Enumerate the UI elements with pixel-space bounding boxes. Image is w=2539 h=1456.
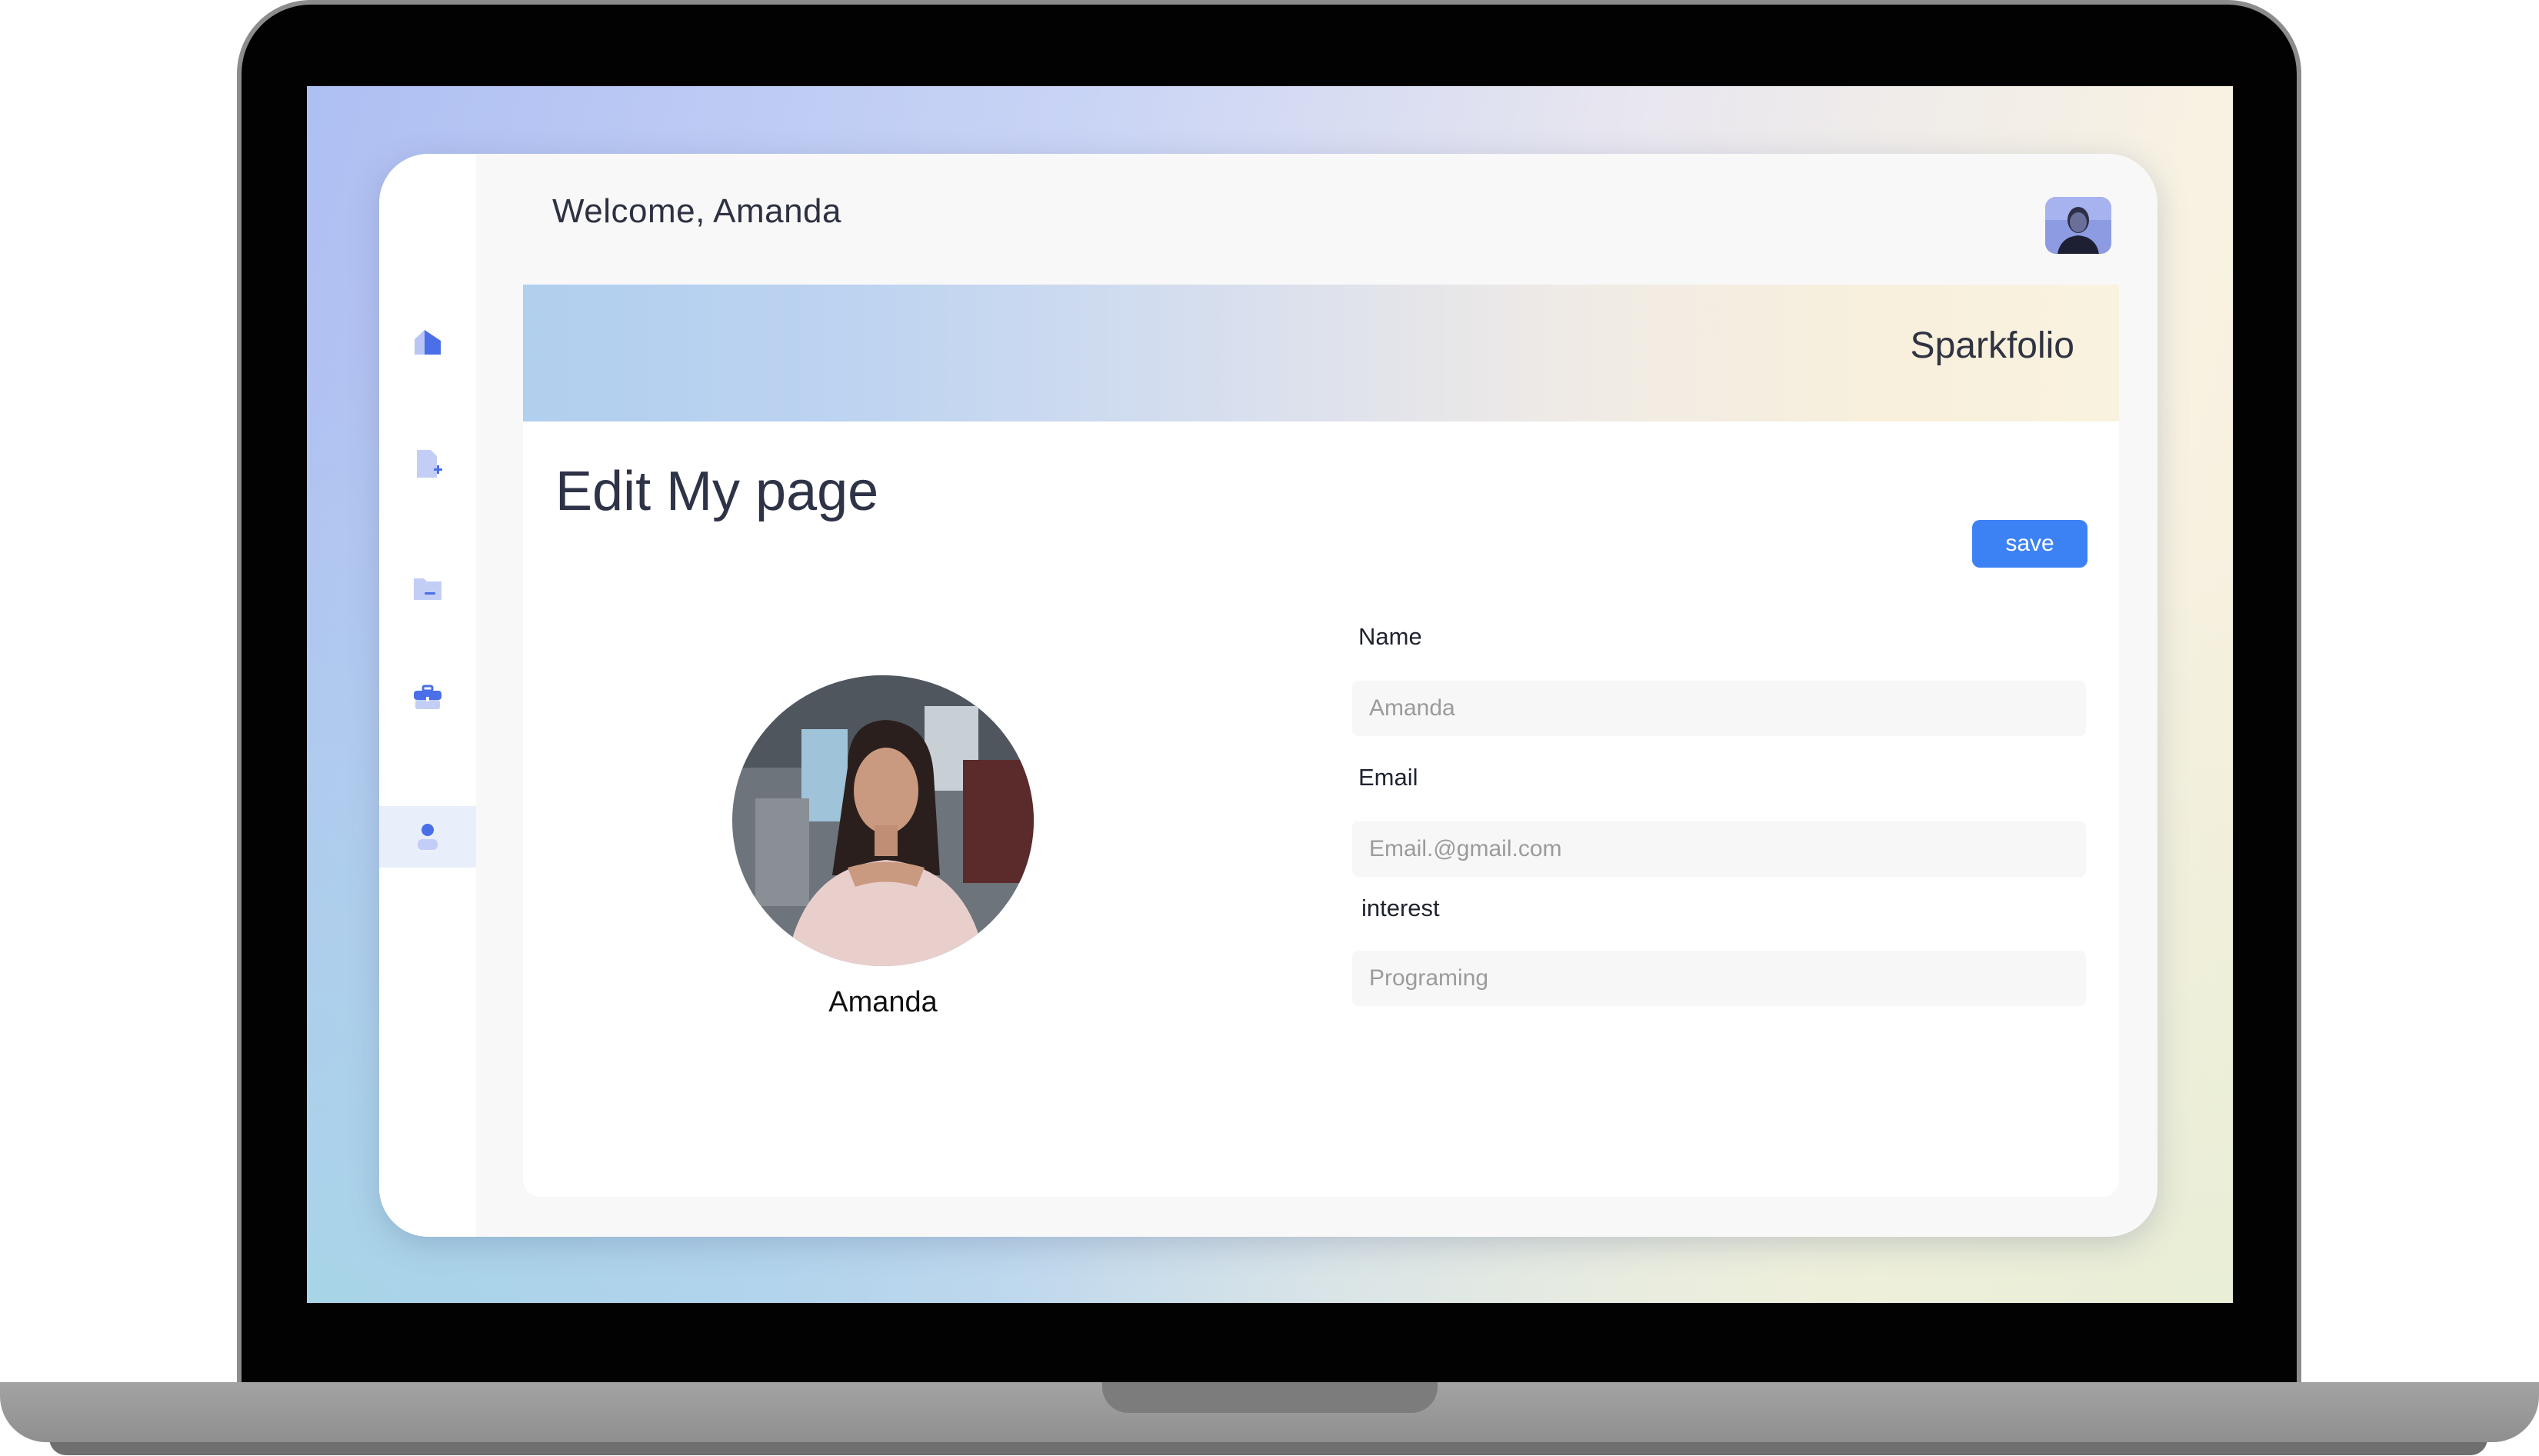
header-banner: Sparkfolio (523, 285, 2119, 421)
page-title: Edit My page (555, 461, 879, 522)
interest-label: interest (1361, 895, 1440, 921)
profile-photo-image (732, 675, 1034, 966)
sidebar-item-new-document[interactable] (379, 433, 476, 495)
laptop-notch (1102, 1382, 1438, 1413)
folder-icon (414, 578, 441, 600)
save-button[interactable]: save (1972, 520, 2088, 568)
app-window: Welcome, Amanda Sparkfolio Edit My page … (379, 154, 2157, 1237)
sidebar (379, 154, 476, 1237)
brand-name: Sparkfolio (1910, 325, 2074, 366)
user-avatar-image (2045, 197, 2111, 254)
sidebar-item-profile[interactable] (379, 806, 476, 868)
name-field[interactable] (1352, 681, 2086, 736)
interest-field[interactable] (1352, 951, 2086, 1006)
user-icon (418, 824, 438, 850)
screen: Welcome, Amanda Sparkfolio Edit My page … (307, 86, 2233, 1303)
name-label: Name (1358, 623, 1422, 650)
welcome-message: Welcome, Amanda (552, 192, 841, 230)
sidebar-item-home[interactable] (379, 311, 476, 372)
profile-name: Amanda (828, 986, 938, 1018)
email-field[interactable] (1352, 821, 2086, 877)
profile-photo[interactable] (732, 675, 1034, 966)
email-label: Email (1358, 764, 1418, 791)
new-document-icon (417, 450, 442, 478)
sidebar-item-briefcase[interactable] (379, 667, 476, 728)
briefcase-icon (414, 685, 441, 709)
avatar[interactable] (2045, 197, 2111, 254)
home-icon (415, 330, 441, 355)
edit-page-panel: Edit My page save Amanda Name Amanda Ema… (523, 421, 2119, 1197)
sidebar-item-folder[interactable] (379, 558, 476, 619)
